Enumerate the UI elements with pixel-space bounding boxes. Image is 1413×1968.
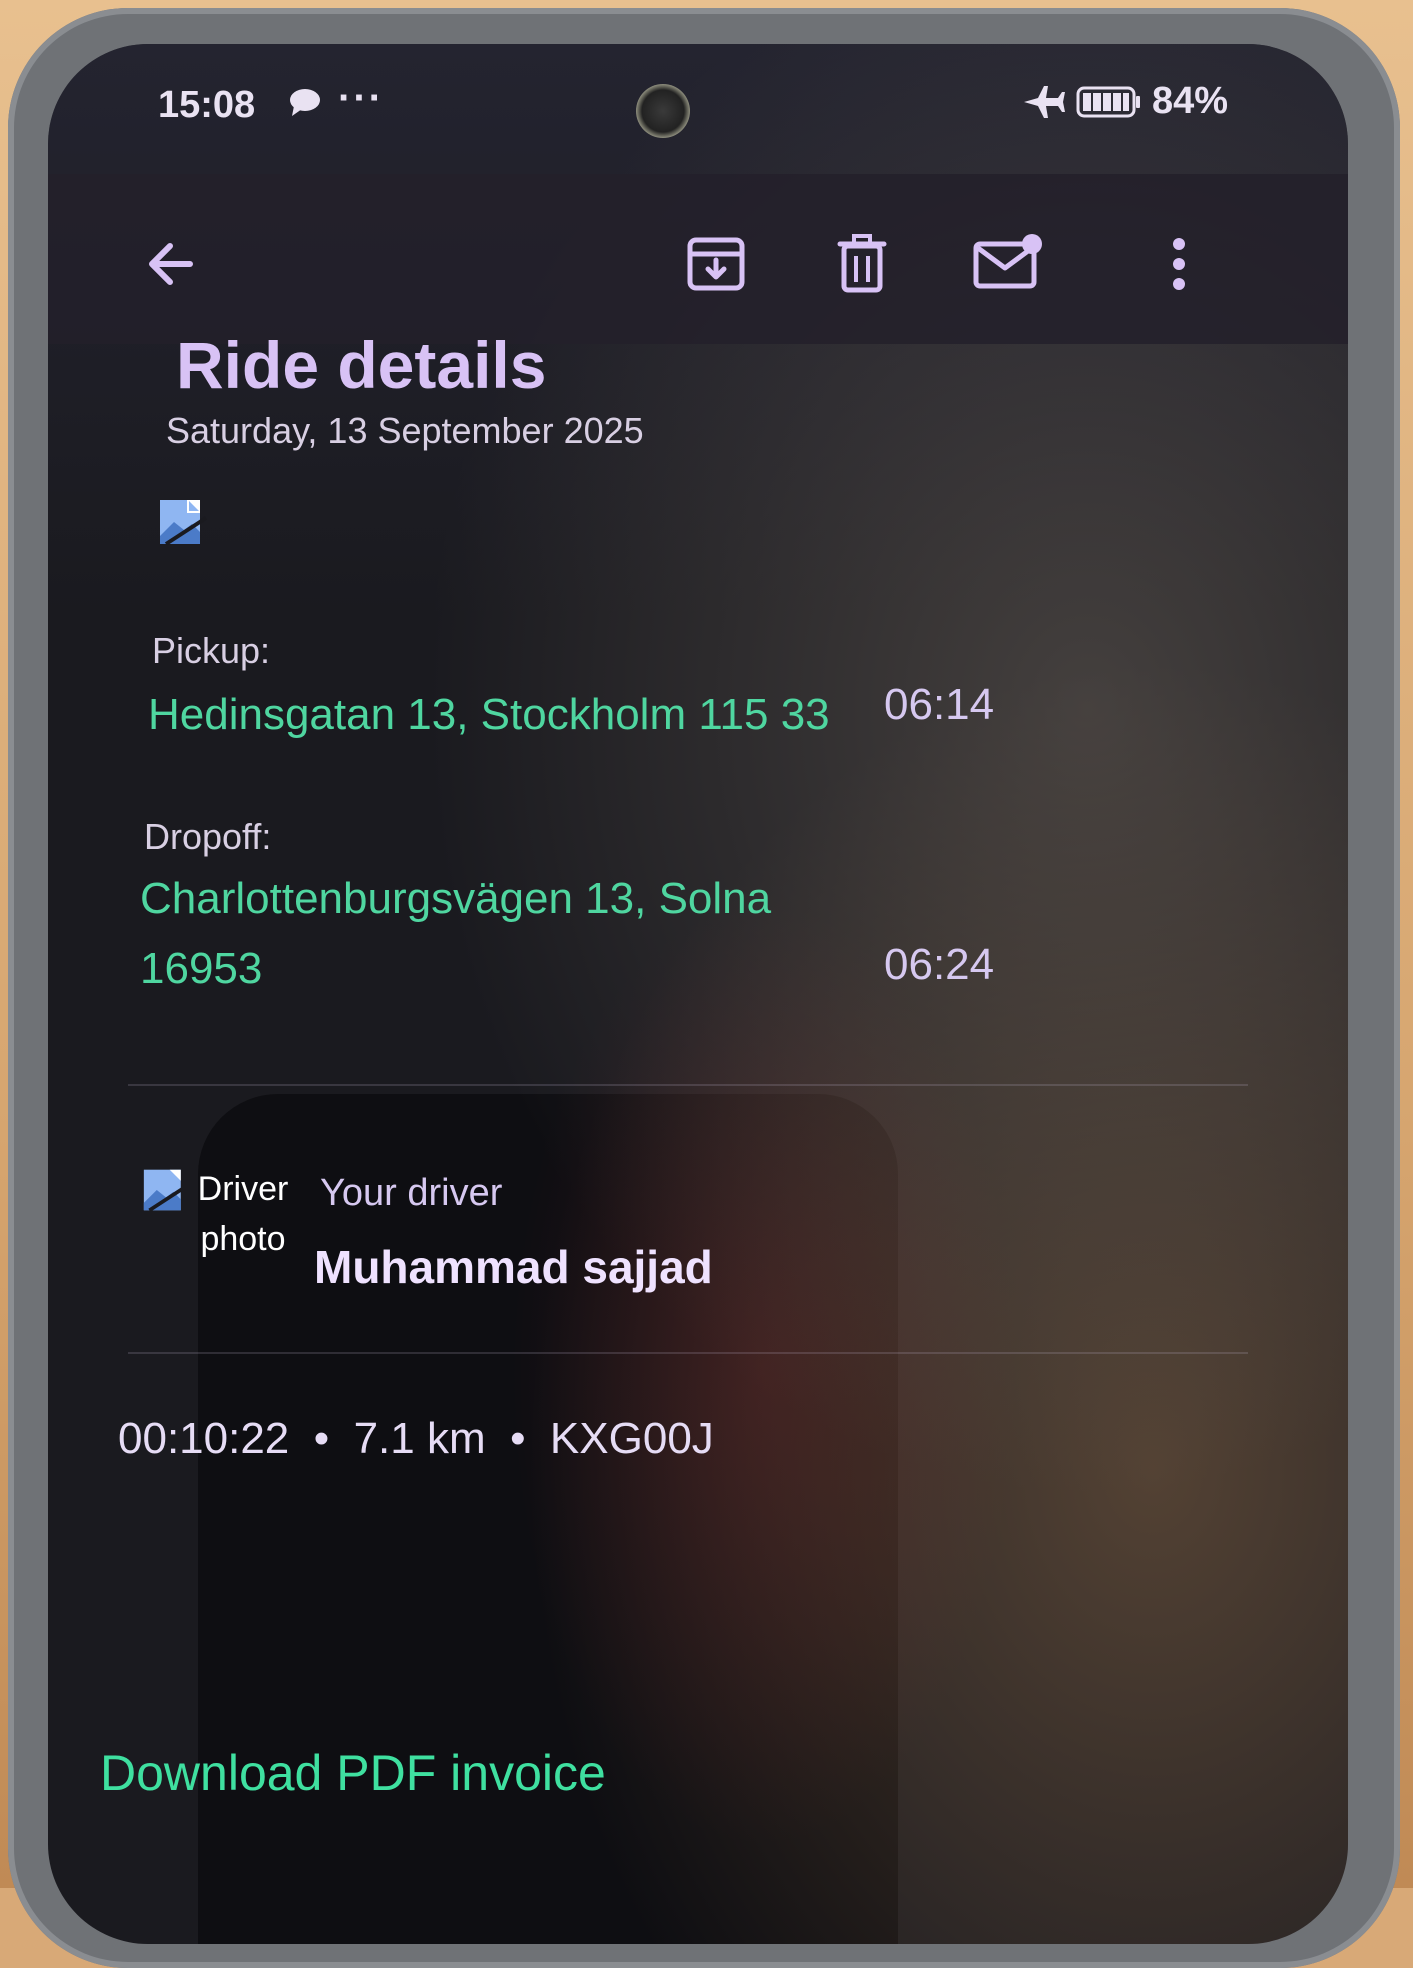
status-time: 15:08 (158, 84, 256, 126)
dropoff-time: 06:24 (884, 940, 995, 989)
chat-bubble-icon (290, 89, 320, 116)
driver-photo: Driver photo (138, 1164, 288, 1294)
archive-icon[interactable] (684, 232, 748, 296)
driver-name: Muhammad sajjad (314, 1241, 713, 1293)
mark-unread-icon[interactable] (972, 232, 1046, 296)
pickup-label: Pickup: (152, 630, 271, 671)
trip-summary: 00:10:22 • 7.1 km • KXG00J (118, 1414, 714, 1463)
pickup-address: Hedinsgatan 13, Stockholm 115 33 (148, 690, 830, 739)
pickup-time: 06:14 (884, 680, 995, 729)
email-title: Ride details (176, 328, 547, 390)
email-date: Saturday, 13 September 2025 (166, 410, 644, 451)
broken-image-icon (143, 1169, 188, 1212)
screen-reflection (198, 1094, 898, 1944)
delete-icon[interactable] (830, 232, 894, 296)
back-arrow-icon[interactable] (140, 232, 204, 296)
driver-label: Your driver (320, 1172, 503, 1214)
phone-frame: 15:08 ··· 84% Ride details Saturday, 13 … (8, 8, 1400, 1968)
more-vert-icon[interactable] (1164, 232, 1194, 296)
status-overflow-dots: ··· (338, 76, 384, 120)
section-divider (128, 1084, 1248, 1086)
section-divider (128, 1352, 1248, 1354)
battery-icon (1076, 86, 1140, 117)
status-bar: 15:08 ··· 84% (48, 44, 1348, 164)
front-camera (636, 84, 690, 138)
dropoff-address: Charlottenburgsvägen 13, Solna 16953 (140, 874, 772, 993)
email-toolbar (48, 174, 1348, 344)
battery-percent: 84% (1151, 80, 1228, 122)
status-right-group: 84% (1022, 80, 1228, 123)
airplane-mode-icon (1023, 85, 1065, 118)
phone-screen: 15:08 ··· 84% Ride details Saturday, 13 … (48, 44, 1348, 1944)
dropoff-label: Dropoff: (144, 816, 272, 857)
broken-image-icon (160, 500, 208, 546)
download-invoice-link[interactable]: Download PDF invoice (100, 1744, 606, 1802)
